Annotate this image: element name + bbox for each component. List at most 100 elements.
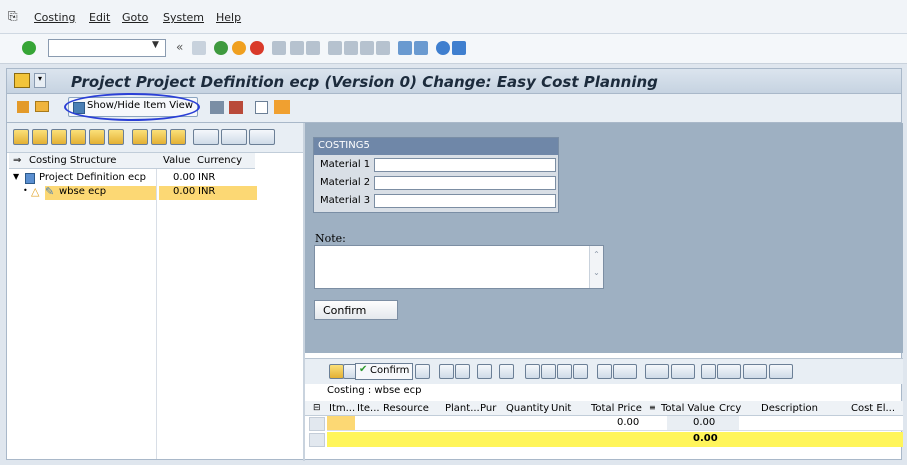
note-label: Note: <box>315 232 346 245</box>
col-total-price[interactable]: Total Price <box>591 403 642 414</box>
command-dropdown-icon[interactable]: ▼ <box>152 40 159 50</box>
customize-layout-icon[interactable] <box>452 41 466 55</box>
folder-icon[interactable] <box>35 101 49 112</box>
last-page-icon[interactable] <box>376 41 390 55</box>
delete-icon[interactable] <box>70 129 86 145</box>
grid-tool-icon[interactable] <box>415 364 430 379</box>
back-nav-icon[interactable] <box>214 41 228 55</box>
menu-edit[interactable]: Edit <box>89 11 110 24</box>
note-scrollbar[interactable]: ⌃ ⌄ <box>589 246 603 288</box>
exit-icon[interactable] <box>232 41 246 55</box>
subtotal-dropdown-icon[interactable] <box>671 364 695 379</box>
col-description[interactable]: Description <box>761 403 818 414</box>
confirm-button[interactable]: Confirm <box>314 300 398 320</box>
tree-tool-icon[interactable] <box>32 129 48 145</box>
grid-tool-icon[interactable] <box>701 364 716 379</box>
print-icon[interactable] <box>272 41 286 55</box>
col-resource[interactable]: Resource <box>383 403 429 414</box>
tree-tool-icon[interactable] <box>51 129 67 145</box>
back-icon[interactable]: « <box>176 40 183 54</box>
screen-menu-dropdown-icon[interactable]: ▾ <box>34 73 46 88</box>
item-grid-toolbar: Confirm <box>305 358 903 384</box>
note-textarea[interactable]: ⌃ ⌄ <box>314 245 604 289</box>
find-icon[interactable] <box>290 41 304 55</box>
print-icon[interactable] <box>210 101 224 114</box>
col-currency[interactable]: Crcy <box>719 403 741 414</box>
col-item-category[interactable]: Ite... <box>357 403 380 414</box>
next-page-icon[interactable] <box>360 41 374 55</box>
filter-dropdown-icon[interactable] <box>613 364 637 379</box>
col-plant[interactable]: Plant... <box>445 403 480 414</box>
help-icon[interactable] <box>436 41 450 55</box>
export-dropdown-icon[interactable] <box>743 364 767 379</box>
tree-tool-icon[interactable] <box>170 129 186 145</box>
grid-tool-icon[interactable] <box>557 364 572 379</box>
menu-icon[interactable]: ⎘ <box>8 9 18 24</box>
sum-dropdown-icon[interactable] <box>645 364 669 379</box>
layout-dropdown-icon[interactable] <box>221 129 247 145</box>
shortcut-icon[interactable] <box>414 41 428 55</box>
enter-check-icon[interactable] <box>22 41 36 55</box>
total-price-cell[interactable]: 0.00 <box>617 417 639 428</box>
costing-form: COSTING5 Material 1 Material 2 Material … <box>313 137 559 213</box>
save-icon[interactable] <box>192 41 206 55</box>
grid-tool-icon[interactable] <box>439 364 454 379</box>
grid-confirm-button[interactable]: Confirm <box>355 363 414 380</box>
select-all-icon[interactable]: ⊟ <box>313 403 321 413</box>
tree-tool-icon[interactable] <box>13 129 29 145</box>
grid-tool-icon[interactable] <box>455 364 470 379</box>
col-quantity[interactable]: Quantity <box>506 403 549 414</box>
menu-goto[interactable]: Goto <box>122 11 148 24</box>
menu-costing[interactable]: Costing <box>34 11 75 24</box>
structure-icon[interactable] <box>17 101 29 113</box>
tree-row-value: 0.00 <box>173 172 196 183</box>
edit-icon: ✎ <box>45 185 55 198</box>
view-dropdown-icon[interactable] <box>717 364 741 379</box>
table-row[interactable]: 0.00 0.00 <box>327 416 903 431</box>
list-icon[interactable] <box>255 101 268 114</box>
previous-page-icon[interactable] <box>344 41 358 55</box>
new-session-icon[interactable] <box>398 41 412 55</box>
material-1-field[interactable] <box>374 158 556 172</box>
menu-help[interactable]: Help <box>216 11 241 24</box>
grid-tool-icon[interactable] <box>597 364 612 379</box>
show-hide-item-view-button[interactable]: Show/Hide Item View <box>68 97 199 117</box>
col-unit[interactable]: Unit <box>551 403 571 414</box>
print-dropdown-icon[interactable] <box>193 129 219 145</box>
application-toolbar: Show/Hide Item View <box>6 93 902 122</box>
tree-tool-icon[interactable] <box>108 129 124 145</box>
menu-system[interactable]: System <box>163 11 204 24</box>
grid-tool-icon[interactable] <box>499 364 514 379</box>
col-value[interactable]: Value <box>163 155 190 166</box>
flag-icon[interactable] <box>132 129 148 145</box>
cancel-icon[interactable] <box>250 41 264 55</box>
grid-tool-icon[interactable] <box>477 364 492 379</box>
grid-tool-icon[interactable] <box>525 364 540 379</box>
col-total-value[interactable]: Total Value <box>661 403 715 414</box>
grid-tool-icon[interactable] <box>573 364 588 379</box>
first-page-icon[interactable] <box>328 41 342 55</box>
expand-triangle-icon[interactable]: ▼ <box>13 172 19 181</box>
command-field[interactable] <box>48 39 166 57</box>
screen-icon[interactable] <box>14 73 30 88</box>
material-2-field[interactable] <box>374 176 556 190</box>
col-item[interactable]: Itm... <box>329 403 355 414</box>
find-next-icon[interactable] <box>306 41 320 55</box>
col-currency[interactable]: Currency <box>197 155 242 166</box>
export-dropdown-icon[interactable] <box>249 129 275 145</box>
row-selector[interactable] <box>309 417 325 431</box>
tree-tool-icon[interactable] <box>89 129 105 145</box>
tree-tool-icon[interactable] <box>151 129 167 145</box>
grid-tool-icon[interactable] <box>541 364 556 379</box>
costing-icon[interactable] <box>274 100 290 114</box>
grid-tool-icon[interactable] <box>329 364 344 379</box>
col-purchasing[interactable]: Pur <box>480 403 496 414</box>
item-cell[interactable] <box>327 416 355 430</box>
col-cost-element[interactable]: Cost El... <box>851 403 895 414</box>
col-costing-structure[interactable]: Costing Structure <box>29 155 116 166</box>
material-3-field[interactable] <box>374 194 556 208</box>
layout-dropdown-icon[interactable] <box>769 364 793 379</box>
item-grid-header: ⊟ Itm... Ite... Resource Plant... Pur Qu… <box>305 401 903 416</box>
row-selector[interactable] <box>309 433 325 447</box>
find-icon[interactable] <box>229 101 243 114</box>
